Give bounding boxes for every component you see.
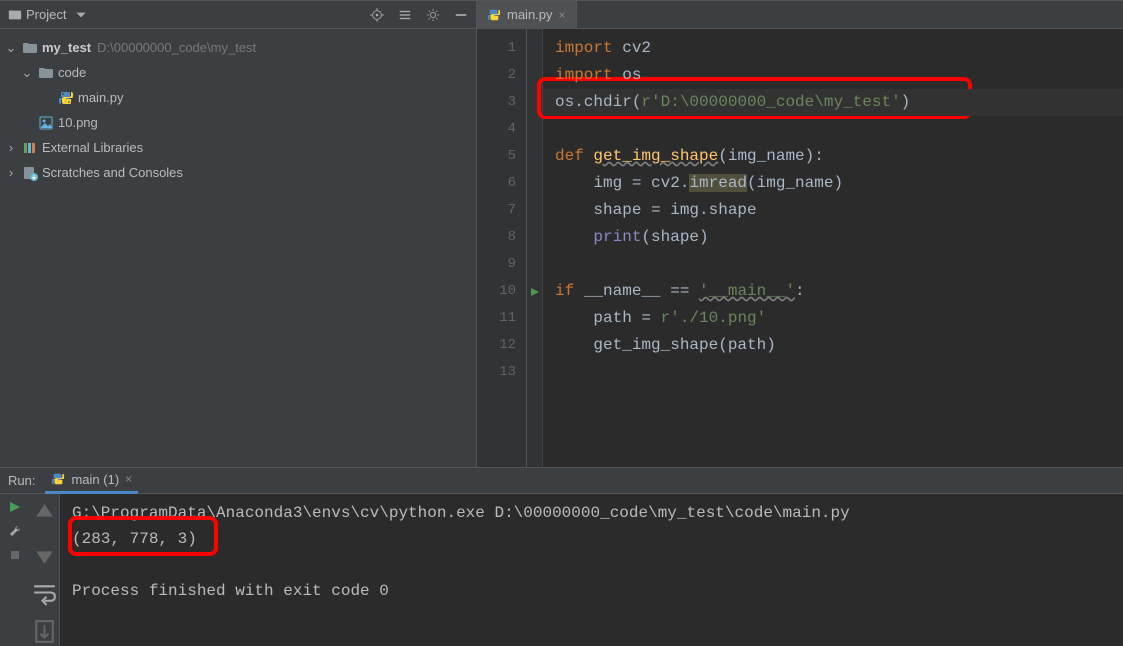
python-file-icon [487,8,501,22]
tree-label: my_test [42,40,91,55]
project-title[interactable]: Project [8,7,88,22]
chevron-right-icon[interactable]: › [4,140,18,155]
down-icon[interactable] [30,539,59,568]
editor-tab-bar: main.py × [477,1,1123,29]
target-icon[interactable] [370,8,384,22]
image-file-icon [38,115,54,131]
tree-item-code[interactable]: ⌄ code [0,60,476,85]
console-line: Process finished with exit code 0 [72,578,1111,604]
tree-item-scratches[interactable]: › Scratches and Consoles [0,160,476,185]
code-editor[interactable]: import cv2 import os os.chdir(r'D:\00000… [543,29,1123,467]
run-label: Run: [8,473,35,488]
tab-main-py[interactable]: main.py × [477,1,577,29]
run-panel: Run: main (1) × G:\ProgramData\Anaconda3… [0,467,1123,613]
folder-icon [38,65,54,81]
scroll-icon[interactable] [30,617,59,646]
run-header: Run: main (1) × [0,468,1123,494]
close-icon[interactable]: × [559,8,566,22]
project-sidebar: Project ⌄ my_test D:\00000000_code\my_te… [0,1,477,467]
tree-item-my-test[interactable]: ⌄ my_test D:\00000000_code\my_test [0,35,476,60]
project-tree: ⌄ my_test D:\00000000_code\my_test ⌄ cod… [0,29,476,191]
library-icon [22,140,38,156]
run-toolbar [0,494,30,646]
up-icon[interactable] [30,500,59,529]
python-file-icon [58,90,74,106]
console-output[interactable]: G:\ProgramData\Anaconda3\envs\cv\python.… [60,494,1123,646]
hide-icon[interactable] [454,8,468,22]
run-toolbar-secondary [30,494,60,646]
sidebar-header: Project [0,1,476,29]
python-icon [51,472,65,486]
tree-label: main.py [78,90,124,105]
rerun-icon[interactable] [8,500,22,514]
run-marker-icon[interactable] [527,278,542,305]
chevron-down-icon[interactable]: ⌄ [20,65,34,81]
wrench-icon[interactable] [8,524,22,538]
tree-label: 10.png [58,115,98,130]
editor-area: main.py × 1 2 3 4 5 6 7 8 9 10 11 12 13 [477,1,1123,467]
project-title-label: Project [26,7,66,22]
folder-icon [22,40,38,56]
gear-icon[interactable] [426,8,440,22]
tab-label: main.py [507,7,553,22]
soft-wrap-icon[interactable] [30,578,59,607]
tree-path: D:\00000000_code\my_test [97,40,256,55]
scratches-icon [22,165,38,181]
tree-label: Scratches and Consoles [42,165,183,180]
collapse-icon[interactable] [398,8,412,22]
line-number-gutter: 1 2 3 4 5 6 7 8 9 10 11 12 13 [477,29,527,467]
tree-label: code [58,65,86,80]
stop-icon[interactable] [8,548,22,562]
console-line: (283, 778, 3) [72,526,1111,552]
chevron-down-icon[interactable] [74,8,88,22]
run-tab-label: main (1) [71,472,119,487]
chevron-right-icon[interactable]: › [4,165,18,180]
tree-item-external-libraries[interactable]: › External Libraries [0,135,476,160]
tree-label: External Libraries [42,140,143,155]
tree-item-10-png[interactable]: 10.png [0,110,476,135]
console-line: G:\ProgramData\Anaconda3\envs\cv\python.… [72,500,1111,526]
run-tab[interactable]: main (1) × [45,468,138,494]
console-line [72,552,1111,578]
marker-gutter [527,29,543,467]
tree-item-main-py[interactable]: main.py [0,85,476,110]
folder-icon [8,8,22,22]
chevron-down-icon[interactable]: ⌄ [4,40,18,56]
close-icon[interactable]: × [125,472,132,486]
